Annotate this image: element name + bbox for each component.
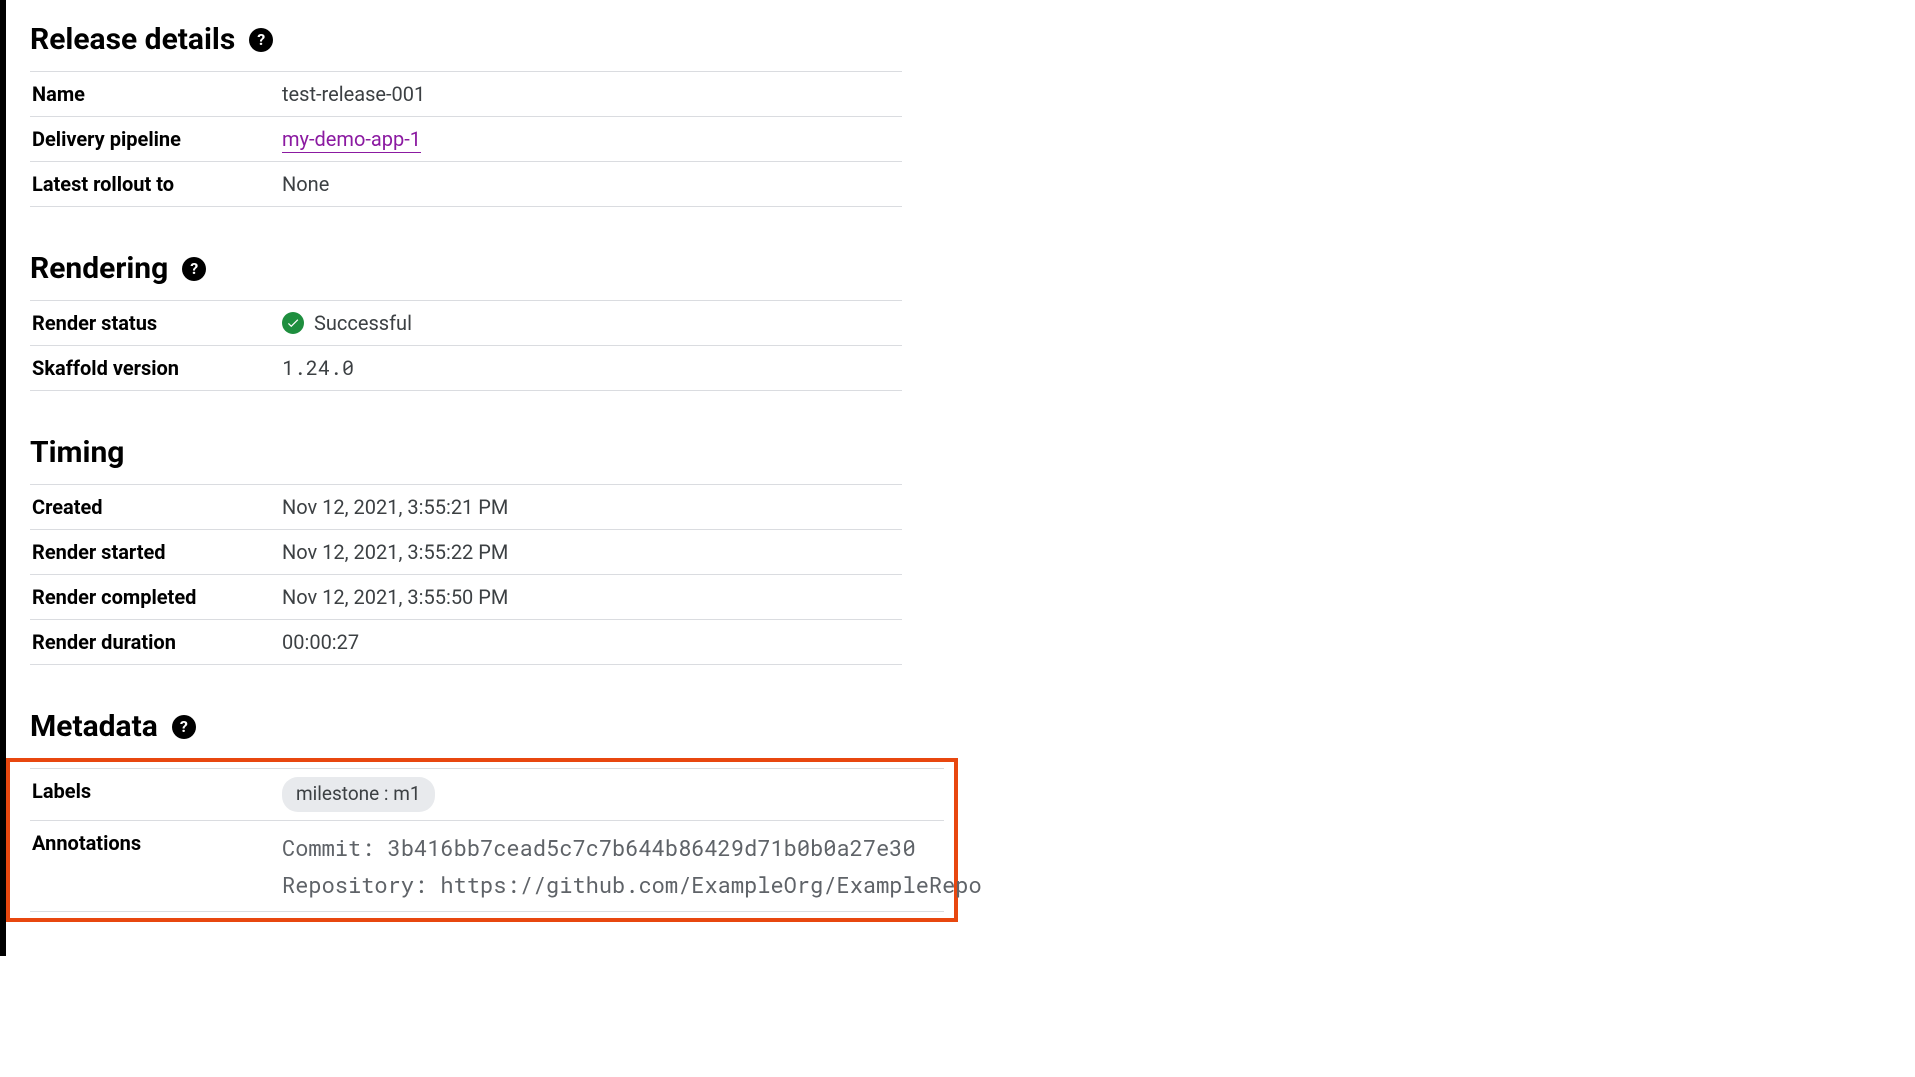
render-started-row: Render started Nov 12, 2021, 3:55:22 PM — [30, 530, 902, 575]
render-duration-label: Render duration — [30, 620, 280, 665]
render-status-row: Render status Successful — [30, 301, 902, 346]
render-status-value: Successful — [314, 309, 412, 337]
skaffold-row: Skaffold version 1.24.0 — [30, 346, 902, 391]
latest-rollout-label: Latest rollout to — [30, 162, 280, 207]
created-value: Nov 12, 2021, 3:55:21 PM — [280, 485, 902, 530]
label-chip: milestone : m1 — [282, 777, 435, 812]
render-completed-value: Nov 12, 2021, 3:55:50 PM — [280, 575, 902, 620]
created-label: Created — [30, 485, 280, 530]
render-status-label: Render status — [30, 301, 280, 346]
labels-row: Labels milestone : m1 — [30, 769, 944, 821]
annotations-row: Annotations Commit: 3b416bb7cead5c7c7b64… — [30, 820, 944, 912]
annotations-label: Annotations — [30, 820, 280, 912]
timing-title: Timing — [30, 435, 124, 470]
pipeline-link[interactable]: my-demo-app-1 — [282, 127, 421, 153]
status-badge: Successful — [282, 309, 412, 337]
help-icon[interactable]: ? — [172, 715, 196, 739]
rendering-section: Rendering ? Render status Successful Ska… — [30, 251, 902, 391]
created-row: Created Nov 12, 2021, 3:55:21 PM — [30, 485, 902, 530]
render-started-value: Nov 12, 2021, 3:55:22 PM — [280, 530, 902, 575]
rendering-title: Rendering — [30, 251, 168, 286]
render-started-label: Render started — [30, 530, 280, 575]
name-label: Name — [30, 72, 280, 117]
help-icon[interactable]: ? — [182, 257, 206, 281]
skaffold-label: Skaffold version — [30, 346, 280, 391]
name-value: test-release-001 — [280, 72, 902, 117]
pipeline-row: Delivery pipeline my-demo-app-1 — [30, 117, 902, 162]
skaffold-value: 1.24.0 — [280, 346, 902, 391]
check-icon — [282, 312, 304, 334]
render-duration-value: 00:00:27 — [280, 620, 902, 665]
timing-section: Timing Created Nov 12, 2021, 3:55:21 PM … — [30, 435, 902, 665]
latest-rollout-row: Latest rollout to None — [30, 162, 902, 207]
render-duration-row: Render duration 00:00:27 — [30, 620, 902, 665]
name-row: Name test-release-001 — [30, 72, 902, 117]
metadata-section: Metadata ? Labels milestone : m1 Annotat… — [30, 709, 902, 922]
metadata-highlight: Labels milestone : m1 Annotations Commit… — [6, 758, 958, 922]
annotation-repo: Repository: https://github.com/ExampleOr… — [282, 866, 942, 903]
release-details-section: Release details ? Name test-release-001 … — [30, 22, 902, 207]
render-completed-row: Render completed Nov 12, 2021, 3:55:50 P… — [30, 575, 902, 620]
latest-rollout-value: None — [280, 162, 902, 207]
metadata-title: Metadata — [30, 709, 158, 744]
release-details-title: Release details — [30, 22, 235, 57]
annotation-commit: Commit: 3b416bb7cead5c7c7b644b86429d71b0… — [282, 829, 942, 866]
render-completed-label: Render completed — [30, 575, 280, 620]
labels-label: Labels — [30, 769, 280, 821]
pipeline-label: Delivery pipeline — [30, 117, 280, 162]
help-icon[interactable]: ? — [249, 28, 273, 52]
